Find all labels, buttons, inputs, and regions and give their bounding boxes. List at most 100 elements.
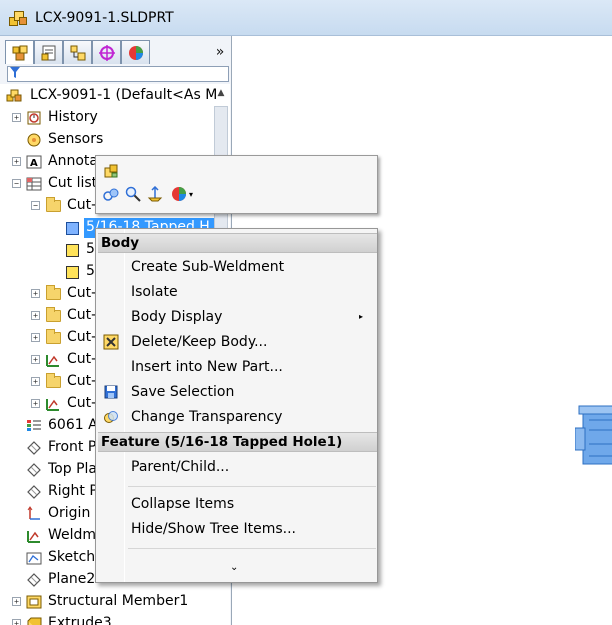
manager-tabs: » <box>5 40 229 64</box>
body-icon <box>64 264 80 280</box>
delete-body-icon <box>102 333 120 351</box>
material-icon <box>26 418 42 434</box>
tree-item-label: Extrude3 <box>48 615 112 625</box>
change-transparency-item[interactable]: Change Transparency <box>131 406 371 428</box>
tree-item-label: Right P <box>48 483 98 499</box>
insert-into-new-part-item[interactable]: Insert into New Part... <box>131 356 371 378</box>
tree-item-label: Cut list <box>48 175 98 191</box>
tree-item-label: Cut- <box>67 373 97 389</box>
tree-item-label: Weldm <box>48 527 97 543</box>
collapse-icon[interactable]: − <box>12 179 21 188</box>
zoom-to-selection-icon[interactable] <box>124 185 142 203</box>
body-icon <box>64 220 80 236</box>
tree-item-label: Top Pla <box>48 461 97 477</box>
property-manager-icon[interactable] <box>34 40 63 64</box>
tree-item-label: History <box>48 109 98 125</box>
tree-item-label: Cut- <box>67 285 97 301</box>
more-items-arrow[interactable]: ⌄ <box>230 562 238 573</box>
filter-icon <box>10 67 20 78</box>
tree-item-label: 5 <box>86 263 95 279</box>
history-icon <box>26 110 42 126</box>
part-model[interactable] <box>575 400 612 470</box>
expand-icon[interactable]: + <box>31 333 40 342</box>
collapse-items-item[interactable]: Collapse Items <box>131 493 371 515</box>
expand-icon[interactable]: + <box>31 311 40 320</box>
tree-item-label: Annota <box>48 153 98 169</box>
expand-icon[interactable]: + <box>31 399 40 408</box>
menu-section-body: Body <box>98 233 377 253</box>
tree-item[interactable]: + Structural Member1 <box>0 591 214 613</box>
tree-filter-input[interactable] <box>7 66 229 82</box>
tree-item[interactable]: + Extrude3 <box>0 613 214 625</box>
sketch-icon <box>26 550 42 566</box>
window-title: LCX-9091-1.SLDPRT <box>35 9 174 26</box>
tree-item-label: 6061 A <box>48 417 98 433</box>
weldment-folder-icon <box>45 396 61 412</box>
feature-manager-icon[interactable] <box>5 40 34 64</box>
save-selection-item[interactable]: Save Selection <box>131 381 371 403</box>
tree-root-label: LCX-9091-1 (Default<As M <box>30 87 218 103</box>
tree-item-label: 5 <box>86 241 95 257</box>
annotations-icon: A <box>26 154 42 170</box>
title-bar: LCX-9091-1.SLDPRT <box>0 0 612 36</box>
expand-icon[interactable]: + <box>12 157 21 166</box>
expand-icon[interactable]: + <box>31 377 40 386</box>
display-manager-icon[interactable] <box>121 40 150 64</box>
expand-icon[interactable]: + <box>12 619 21 625</box>
folder-icon <box>45 307 61 324</box>
parent-child-item[interactable]: Parent/Child... <box>131 456 371 478</box>
plane-icon <box>26 484 42 500</box>
submenu-arrow-icon: ▸ <box>358 312 363 321</box>
tree-item-label: Cut- <box>67 351 97 367</box>
tree-item-label: Origin <box>48 505 91 521</box>
create-sub-weldment-item[interactable]: Create Sub-Weldment <box>131 256 371 278</box>
isolate-item[interactable]: Isolate <box>131 281 371 303</box>
appearance-dropdown-arrow[interactable]: ▾ <box>186 185 196 203</box>
collapse-icon[interactable]: − <box>31 201 40 210</box>
expand-icon[interactable]: + <box>31 289 40 298</box>
extrude-icon <box>26 616 42 625</box>
delete-keep-body-item[interactable]: Delete/Keep Body... <box>131 331 371 353</box>
tree-item[interactable]: Sensors <box>0 129 214 151</box>
body-display-item[interactable]: Body Display ▸ <box>131 306 371 328</box>
tree-item-label: Cut- <box>67 329 97 345</box>
context-menu: Body Feature (5/16-18 Tapped Hole1) ⌄ Cr… <box>95 228 378 583</box>
normal-to-icon[interactable] <box>146 185 164 203</box>
more-tabs-button[interactable]: » <box>211 40 229 64</box>
hide-show-tree-items-item[interactable]: Hide/Show Tree Items... <box>131 518 371 540</box>
cut-list-icon <box>26 176 42 192</box>
expand-icon[interactable]: + <box>12 113 21 122</box>
expand-icon[interactable]: + <box>31 355 40 364</box>
structural-member-icon <box>26 594 42 610</box>
tree-item-label: Front P <box>48 439 97 455</box>
save-selection-icon <box>102 383 120 401</box>
menu-separator <box>128 548 376 549</box>
plane-icon <box>26 440 42 456</box>
expand-icon[interactable]: + <box>12 597 21 606</box>
plane-icon <box>26 572 42 588</box>
svg-text:A: A <box>30 158 38 169</box>
weldment-folder-icon <box>45 352 61 368</box>
transparency-icon[interactable] <box>102 185 120 203</box>
tree-item-label: Cut- <box>67 307 97 323</box>
menu-section-feature: Feature (5/16-18 Tapped Hole1) <box>98 432 377 452</box>
origin-icon <box>26 506 42 522</box>
body-icon <box>64 242 80 258</box>
solidworks-part-icon <box>8 8 28 28</box>
transparency-icon <box>102 408 120 426</box>
configuration-manager-icon[interactable] <box>63 40 92 64</box>
tree-item-label: Sensors <box>48 131 104 147</box>
tree-item-label: Structural Member1 <box>48 593 189 609</box>
sensors-icon <box>26 132 42 148</box>
tree-item-label: Cut- <box>67 197 97 213</box>
folder-icon <box>45 329 61 346</box>
tree-item-label: Plane2 <box>48 571 96 587</box>
folder-icon <box>45 197 61 214</box>
configuration-properties-icon[interactable] <box>102 162 120 180</box>
tree-item-label: Cut- <box>67 395 97 411</box>
folder-icon <box>45 373 61 390</box>
tree-item[interactable]: + History <box>0 107 214 129</box>
dimxpert-icon[interactable] <box>92 40 121 64</box>
folder-icon <box>45 285 61 302</box>
plane-icon <box>26 462 42 478</box>
